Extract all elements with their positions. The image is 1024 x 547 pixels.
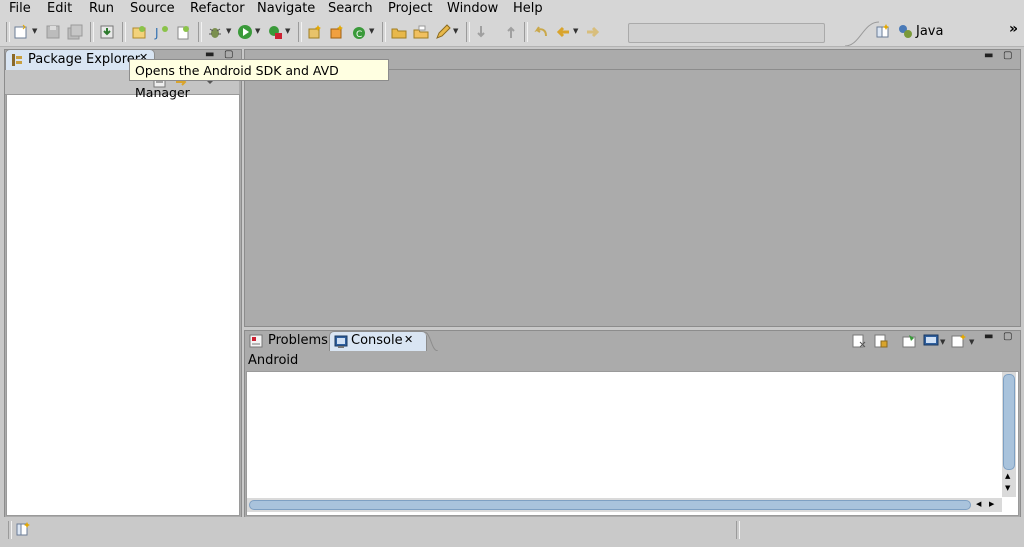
menu-project[interactable]: Project	[388, 0, 432, 18]
tab-problems-label: Problems	[268, 333, 328, 348]
open-console-icon[interactable]	[951, 333, 967, 349]
debug-icon[interactable]	[206, 23, 224, 41]
perspective-overflow-icon[interactable]: »	[1009, 21, 1018, 37]
tab-console[interactable]: Console ✕	[329, 331, 427, 352]
scroll-down-icon[interactable]: ▼	[1005, 484, 1010, 492]
editor-maximize-icon[interactable]: ▢	[1003, 50, 1012, 61]
menu-source[interactable]: Source	[130, 0, 175, 18]
open-perspective-icon[interactable]	[875, 23, 893, 41]
forward-icon[interactable]	[584, 23, 602, 41]
run-dropdown-icon[interactable]: ▼	[255, 27, 260, 35]
new-dropdown-icon[interactable]: ▼	[32, 27, 37, 35]
new-icon[interactable]	[12, 23, 30, 41]
new-class-icon[interactable]	[328, 23, 346, 41]
open-task-icon[interactable]	[412, 23, 430, 41]
download-icon[interactable]	[98, 23, 116, 41]
scroll-right-icon[interactable]: ▶	[989, 500, 994, 508]
open-type-icon[interactable]: C	[350, 23, 368, 41]
tab-problems[interactable]: Problems	[248, 331, 328, 351]
problems-icon	[249, 334, 263, 348]
toolbar-separator	[122, 22, 126, 42]
console-title: Android	[248, 353, 299, 368]
next-annotation-icon[interactable]	[472, 23, 490, 41]
pin-console-icon[interactable]	[901, 333, 917, 349]
perspective-switcher: Java »	[845, 20, 1024, 46]
horizontal-scroll-thumb[interactable]	[249, 500, 971, 510]
new-java-class-icon[interactable]: J	[152, 23, 170, 41]
status-separator	[8, 521, 12, 539]
open-type-dropdown-icon[interactable]: ▼	[369, 27, 374, 35]
package-explorer-tab-label: Package Explorer	[28, 52, 141, 67]
menu-file[interactable]: File	[9, 0, 31, 18]
status-bar	[0, 517, 1024, 547]
scroll-lock-icon[interactable]	[873, 333, 889, 349]
editor-minimize-icon[interactable]: ▬	[984, 50, 993, 61]
pencil-dropdown-icon[interactable]: ▼	[453, 27, 458, 35]
toolbar-separator	[382, 22, 386, 42]
tooltip: Opens the Android SDK and AVD Manager	[129, 59, 389, 100]
java-perspective-label[interactable]: Java	[916, 24, 943, 39]
last-edit-icon[interactable]	[532, 23, 550, 41]
run-icon[interactable]	[236, 23, 254, 41]
open-folder-icon[interactable]	[390, 23, 408, 41]
console-vertical-scrollbar[interactable]: ▲ ▼	[1002, 372, 1016, 497]
menu-bar: File Edit Run Source Refactor Navigate S…	[0, 0, 1024, 18]
fast-view-icon[interactable]	[15, 521, 33, 539]
back-icon[interactable]	[554, 23, 572, 41]
save-icon[interactable]	[44, 23, 62, 41]
external-tools-icon[interactable]	[266, 23, 284, 41]
console-icon	[334, 335, 348, 349]
console-title-bar: Android	[245, 351, 1018, 371]
back-dropdown-icon[interactable]: ▼	[573, 27, 578, 35]
package-explorer-icon	[11, 53, 23, 67]
external-tools-dropdown-icon[interactable]: ▼	[285, 27, 290, 35]
new-android-xml-icon[interactable]	[174, 23, 192, 41]
display-console-icon[interactable]	[923, 333, 939, 349]
new-java-package-icon[interactable]	[306, 23, 324, 41]
editor-area	[244, 49, 1021, 327]
previous-annotation-icon[interactable]	[502, 23, 520, 41]
pencil-icon[interactable]	[434, 23, 452, 41]
clear-console-icon[interactable]	[851, 333, 867, 349]
svg-text:C: C	[356, 30, 362, 40]
svg-text:J: J	[154, 26, 159, 40]
scroll-up-icon[interactable]: ▲	[1005, 472, 1010, 480]
menu-search[interactable]: Search	[328, 0, 373, 18]
console-output[interactable]	[246, 371, 1019, 516]
toolbar-separator	[466, 22, 470, 42]
console-maximize-icon[interactable]: ▢	[1003, 331, 1012, 342]
menu-edit[interactable]: Edit	[47, 0, 72, 18]
toolbar-separator	[6, 22, 10, 42]
menu-navigate[interactable]: Navigate	[257, 0, 315, 18]
display-console-dropdown-icon[interactable]: ▼	[940, 338, 945, 346]
menu-help[interactable]: Help	[513, 0, 543, 18]
toolbar-separator	[298, 22, 302, 42]
toolbar-separator	[524, 22, 528, 42]
new-android-project-icon[interactable]	[130, 23, 148, 41]
scroll-left-icon[interactable]: ◀	[976, 500, 981, 508]
package-explorer-tree[interactable]	[6, 94, 240, 516]
toolbar-separator	[90, 22, 94, 42]
debug-dropdown-icon[interactable]: ▼	[226, 27, 231, 35]
menu-window[interactable]: Window	[447, 0, 498, 18]
open-console-dropdown-icon[interactable]: ▼	[969, 338, 974, 346]
console-horizontal-scrollbar[interactable]: ◀ ▶	[247, 498, 1002, 512]
console-minimize-icon[interactable]: ▬	[984, 331, 993, 342]
java-perspective-icon[interactable]	[897, 23, 915, 41]
console-tab-curve	[424, 331, 438, 352]
menu-refactor[interactable]: Refactor	[190, 0, 245, 18]
tab-console-label: Console	[351, 333, 403, 348]
perspective-curve	[845, 21, 879, 46]
toolbar-trim-area	[628, 23, 825, 43]
toolbar-separator	[198, 22, 202, 42]
console-close-icon[interactable]: ✕	[404, 333, 413, 346]
save-all-icon[interactable]	[66, 23, 84, 41]
status-separator	[736, 521, 740, 539]
menu-run[interactable]: Run	[89, 0, 114, 18]
vertical-scroll-thumb[interactable]	[1003, 374, 1015, 470]
